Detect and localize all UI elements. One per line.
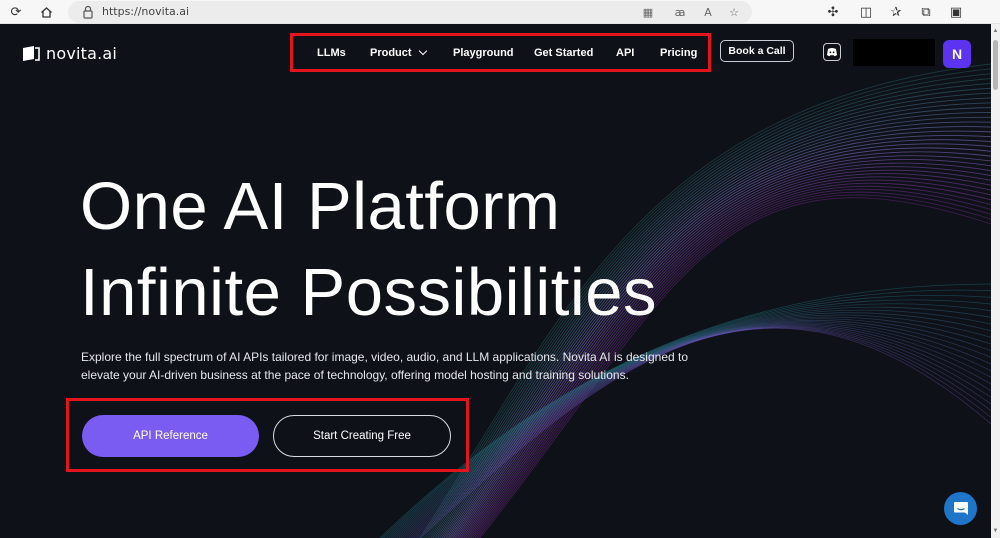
split-screen-icon[interactable]: ◫ (856, 2, 876, 22)
nav-product-label: Product (370, 47, 412, 59)
page-viewport: novita.ai LLMs Product Playground Get St… (0, 24, 991, 538)
api-reference-button[interactable]: API Reference (82, 415, 259, 457)
url-text: https://novita.ai (102, 5, 190, 18)
book-call-button[interactable]: Book a Call (720, 40, 794, 62)
reload-icon[interactable]: ⟳ (6, 2, 26, 22)
hero-description: Explore the full spectrum of AI APIs tai… (81, 350, 689, 382)
scrollbar[interactable]: ▲ ▼ (991, 24, 1000, 538)
nav-get-started[interactable]: Get Started (534, 47, 593, 59)
main-nav: LLMs Product Playground Get Started API … (290, 33, 711, 72)
collections-icon[interactable]: ⧉ (916, 2, 936, 22)
nav-llms[interactable]: LLMs (317, 47, 346, 59)
grid-icon[interactable]: ▦ (640, 4, 656, 20)
nav-api[interactable]: API (616, 47, 634, 59)
extensions-icon[interactable]: ✣ (823, 2, 843, 22)
site-logo[interactable]: novita.ai (22, 44, 117, 63)
discord-icon[interactable] (823, 43, 841, 61)
logo-text: novita.ai (46, 44, 118, 63)
scroll-up-icon[interactable]: ▲ (992, 28, 999, 34)
profile-icon[interactable]: ▣ (946, 2, 966, 22)
text-size-icon[interactable]: A (700, 4, 716, 20)
chevron-down-icon (418, 46, 427, 56)
nav-pricing[interactable]: Pricing (660, 47, 697, 59)
redacted-box (853, 39, 935, 66)
address-bar[interactable]: https://novita.ai ▦ ꜳ A ☆ (68, 1, 752, 23)
read-aloud-icon[interactable]: ꜳ (672, 4, 688, 20)
nav-playground[interactable]: Playground (453, 47, 514, 59)
scroll-thumb[interactable] (993, 40, 998, 90)
home-icon[interactable] (36, 2, 56, 22)
start-creating-free-button[interactable]: Start Creating Free (273, 415, 451, 457)
chat-widget-icon[interactable] (944, 492, 977, 525)
hero-title-line-2: Infinite Possibilities (80, 255, 658, 330)
hero-title-line-1: One AI Platform (80, 169, 561, 244)
avatar[interactable]: N (943, 40, 971, 68)
nav-product[interactable]: Product (370, 46, 427, 59)
lock-icon (83, 5, 93, 19)
favorites-icon[interactable]: ✰ (886, 2, 906, 22)
hero-title: One AI Platform Infinite Possibilities (80, 164, 657, 336)
favorite-star-icon[interactable]: ☆ (726, 4, 742, 20)
scroll-down-icon[interactable]: ▼ (992, 528, 999, 534)
logo-mark-icon (23, 46, 40, 61)
browser-toolbar: ⟳ https://novita.ai ▦ ꜳ A ☆ ✣ ◫ ✰ ⧉ ▣ (0, 0, 1000, 24)
